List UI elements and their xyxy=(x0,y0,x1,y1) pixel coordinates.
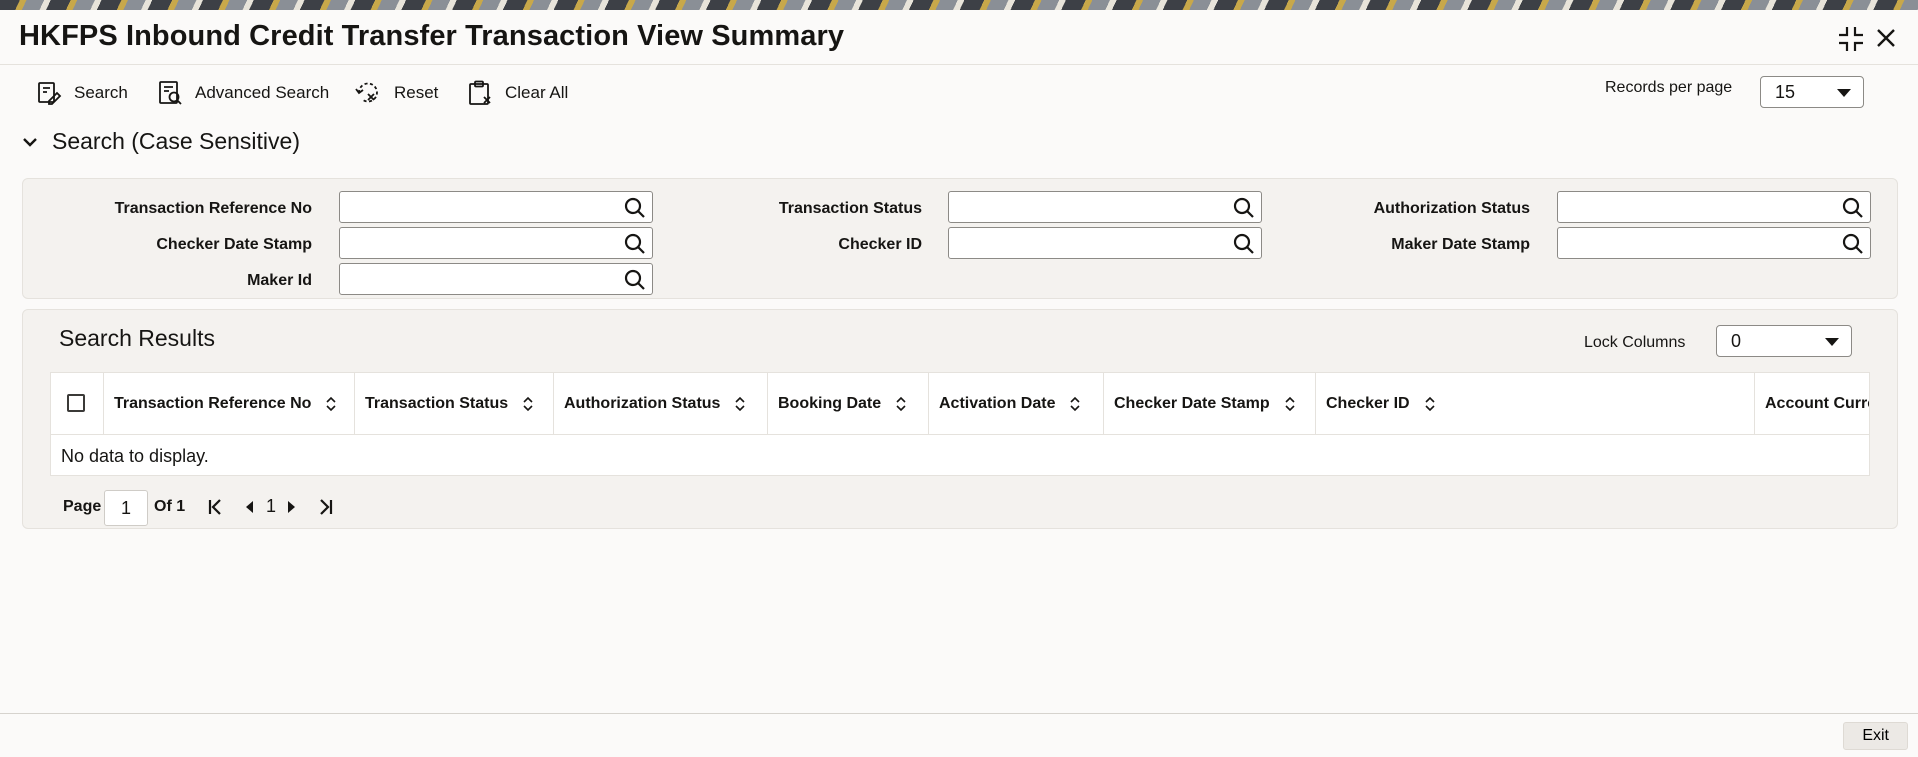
checker-date-stamp-field[interactable] xyxy=(339,227,653,259)
clear-all-button[interactable]: Clear All xyxy=(467,78,568,108)
chevron-down-icon xyxy=(23,137,37,147)
advanced-search-button-label: Advanced Search xyxy=(195,83,330,102)
header-decoration xyxy=(0,0,1918,10)
column-label: Booking Date xyxy=(778,394,882,412)
maker-date-stamp-input[interactable] xyxy=(1558,228,1844,256)
advanced-search-icon xyxy=(159,81,182,105)
first-page-icon[interactable] xyxy=(207,498,223,521)
sort-icon xyxy=(1425,396,1435,411)
maker-date-stamp-label: Maker Date Stamp xyxy=(1391,236,1530,253)
maker-id-label: Maker Id xyxy=(247,272,312,289)
magnifier-icon[interactable] xyxy=(1841,232,1865,261)
magnifier-icon[interactable] xyxy=(623,268,647,297)
clear-all-button-label: Clear All xyxy=(505,83,569,102)
sort-icon xyxy=(1070,396,1081,411)
checker-date-stamp-label: Checker Date Stamp xyxy=(156,236,312,253)
sort-icon xyxy=(326,396,336,411)
column-checker-id[interactable]: Checker ID xyxy=(1316,373,1755,434)
current-page-number[interactable]: 1 xyxy=(266,496,276,517)
column-transaction-reference-no[interactable]: Transaction Reference No xyxy=(104,373,355,434)
transaction-status-input[interactable] xyxy=(949,192,1235,220)
column-label: Checker ID xyxy=(1326,394,1410,412)
magnifier-icon[interactable] xyxy=(623,196,647,225)
results-table: Transaction Reference No Transaction Sta… xyxy=(50,372,1870,476)
chevron-down-icon xyxy=(1837,89,1851,97)
records-per-page-select[interactable]: 15 xyxy=(1760,76,1864,108)
column-label: Account Curre xyxy=(1765,394,1870,412)
magnifier-icon[interactable] xyxy=(1232,196,1256,225)
lock-columns-select[interactable]: 0 xyxy=(1716,325,1852,357)
column-label: Transaction Status xyxy=(365,394,509,412)
column-label: Activation Date xyxy=(939,394,1056,412)
checker-id-label: Checker ID xyxy=(838,236,922,253)
last-page-icon[interactable] xyxy=(318,498,334,521)
column-transaction-status[interactable]: Transaction Status xyxy=(355,373,554,434)
magnifier-icon[interactable] xyxy=(623,232,647,261)
sort-icon xyxy=(735,396,746,411)
transaction-status-field[interactable] xyxy=(948,191,1262,223)
next-page-icon[interactable] xyxy=(287,500,297,519)
chevron-down-icon xyxy=(1825,338,1839,346)
column-account-currency[interactable]: Account Curre xyxy=(1755,373,1870,434)
column-label: Authorization Status xyxy=(564,394,721,412)
checker-id-field[interactable] xyxy=(948,227,1262,259)
sort-icon xyxy=(1285,396,1295,411)
column-booking-date[interactable]: Booking Date xyxy=(768,373,929,434)
previous-page-icon[interactable] xyxy=(244,500,254,519)
maker-date-stamp-field[interactable] xyxy=(1557,227,1871,259)
select-all-cell xyxy=(51,373,104,434)
search-button-label: Search xyxy=(74,83,128,102)
sort-icon xyxy=(896,396,906,411)
sort-icon xyxy=(523,396,533,411)
reset-icon xyxy=(355,82,378,103)
magnifier-icon[interactable] xyxy=(1841,196,1865,225)
page-title: HKFPS Inbound Credit Transfer Transactio… xyxy=(19,20,845,52)
page-of-label: Of 1 xyxy=(154,498,186,515)
column-label: Transaction Reference No xyxy=(114,394,312,412)
search-button[interactable]: Search xyxy=(36,78,128,108)
footer: Exit xyxy=(0,713,1918,757)
transaction-reference-no-field[interactable] xyxy=(339,191,653,223)
maker-id-input[interactable] xyxy=(340,264,626,292)
lock-columns-label: Lock Columns xyxy=(1584,334,1686,351)
authorization-status-label: Authorization Status xyxy=(1373,200,1530,217)
checker-date-stamp-input[interactable] xyxy=(340,228,626,256)
transaction-reference-no-input[interactable] xyxy=(340,192,626,220)
checker-id-input[interactable] xyxy=(949,228,1235,256)
exit-button[interactable]: Exit xyxy=(1843,722,1908,750)
maker-id-field[interactable] xyxy=(339,263,653,295)
records-per-page-label: Records per page xyxy=(1605,79,1733,96)
title-bar: HKFPS Inbound Credit Transfer Transactio… xyxy=(0,10,1918,65)
column-checker-date-stamp[interactable]: Checker Date Stamp xyxy=(1104,373,1316,434)
records-per-page-value: 15 xyxy=(1775,81,1796,102)
clipboard-clear-icon xyxy=(469,80,491,105)
column-authorization-status[interactable]: Authorization Status xyxy=(554,373,768,434)
column-label: Checker Date Stamp xyxy=(1114,394,1270,412)
select-all-checkbox[interactable] xyxy=(67,394,85,412)
reset-button[interactable]: Reset xyxy=(354,78,438,108)
authorization-status-input[interactable] xyxy=(1558,192,1844,220)
transaction-status-label: Transaction Status xyxy=(778,200,922,217)
search-section-title: Search (Case Sensitive) xyxy=(52,128,300,154)
compress-icon[interactable] xyxy=(1836,24,1866,59)
advanced-search-button[interactable]: Advanced Search xyxy=(157,78,329,108)
table-header: Transaction Reference No Transaction Sta… xyxy=(51,373,1870,435)
lock-columns-value: 0 xyxy=(1731,330,1742,351)
search-section-toggle[interactable]: Search (Case Sensitive) xyxy=(22,128,300,155)
column-activation-date[interactable]: Activation Date xyxy=(929,373,1104,434)
reset-button-label: Reset xyxy=(394,83,439,102)
page-label: Page xyxy=(63,498,102,515)
close-icon[interactable] xyxy=(1874,26,1898,55)
magnifier-icon[interactable] xyxy=(1232,232,1256,261)
search-doc-icon xyxy=(38,82,62,105)
authorization-status-field[interactable] xyxy=(1557,191,1871,223)
transaction-reference-no-label: Transaction Reference No xyxy=(114,200,312,217)
page-number-input[interactable]: 1 xyxy=(104,490,148,526)
empty-message: No data to display. xyxy=(61,446,209,466)
search-results-title: Search Results xyxy=(59,325,215,351)
